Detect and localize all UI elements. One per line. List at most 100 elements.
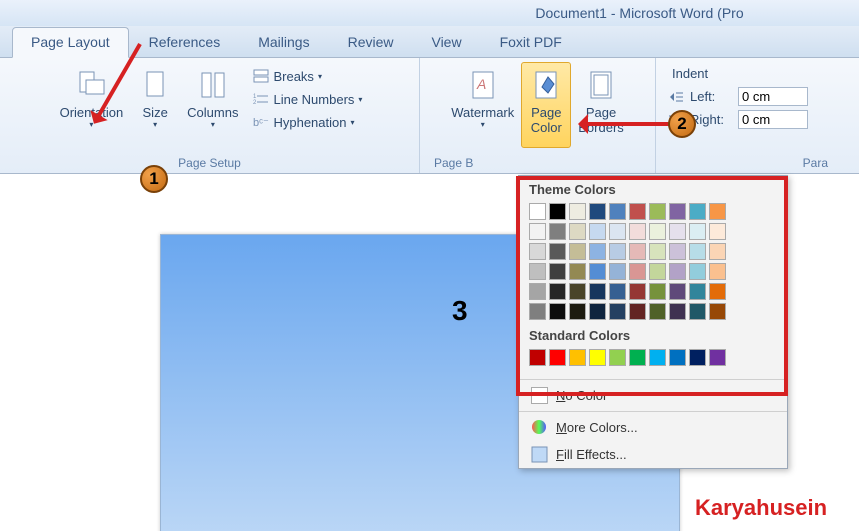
color-swatch[interactable] — [569, 223, 586, 240]
color-swatch[interactable] — [609, 303, 626, 320]
color-swatch[interactable] — [689, 283, 706, 300]
color-swatch[interactable] — [629, 303, 646, 320]
color-swatch[interactable] — [689, 263, 706, 280]
color-swatch[interactable] — [589, 283, 606, 300]
window-title-bar: Document1 - Microsoft Word (Pro — [0, 0, 859, 26]
color-swatch[interactable] — [689, 203, 706, 220]
color-swatch[interactable] — [549, 243, 566, 260]
color-swatch[interactable] — [709, 263, 726, 280]
color-swatch[interactable] — [629, 283, 646, 300]
page-color-button[interactable]: Page Color — [521, 62, 571, 148]
color-swatch[interactable] — [709, 283, 726, 300]
orientation-button[interactable]: Orientation ▾ — [53, 62, 131, 148]
hyphenation-button[interactable]: bᶜ⁻ Hyphenation ▾ — [249, 112, 366, 132]
page-borders-button[interactable]: Page Borders — [571, 62, 631, 148]
color-swatch[interactable] — [549, 349, 566, 366]
color-swatch[interactable] — [669, 243, 686, 260]
color-swatch[interactable] — [549, 263, 566, 280]
color-swatch[interactable] — [589, 303, 606, 320]
color-swatch[interactable] — [609, 283, 626, 300]
color-swatch[interactable] — [529, 303, 546, 320]
color-swatch[interactable] — [629, 263, 646, 280]
watermark-button[interactable]: A Watermark ▾ — [444, 62, 521, 148]
color-swatch[interactable] — [569, 303, 586, 320]
color-swatch[interactable] — [649, 263, 666, 280]
color-swatch[interactable] — [629, 243, 646, 260]
color-swatch[interactable] — [609, 349, 626, 366]
color-swatch[interactable] — [529, 203, 546, 220]
page-borders-label: Page Borders — [578, 105, 624, 135]
watermark-icon: A — [467, 69, 499, 101]
size-label: Size — [143, 105, 168, 120]
color-swatch[interactable] — [569, 349, 586, 366]
color-swatch[interactable] — [529, 263, 546, 280]
color-swatch[interactable] — [589, 243, 606, 260]
line-numbers-button[interactable]: 12 Line Numbers ▾ — [249, 89, 366, 109]
color-swatch[interactable] — [569, 243, 586, 260]
color-swatch[interactable] — [529, 243, 546, 260]
no-color-item[interactable]: No Color — [519, 382, 787, 409]
color-swatch[interactable] — [689, 243, 706, 260]
size-button[interactable]: Size ▾ — [130, 62, 180, 148]
indent-left-input[interactable] — [738, 87, 808, 106]
color-swatch[interactable] — [689, 303, 706, 320]
color-swatch[interactable] — [689, 349, 706, 366]
color-swatch[interactable] — [709, 203, 726, 220]
color-swatch[interactable] — [649, 283, 666, 300]
columns-label: Columns — [187, 105, 238, 120]
color-swatch[interactable] — [669, 263, 686, 280]
color-swatch[interactable] — [609, 243, 626, 260]
color-swatch[interactable] — [669, 349, 686, 366]
tab-review[interactable]: Review — [330, 28, 412, 57]
color-swatch[interactable] — [629, 349, 646, 366]
color-swatch[interactable] — [709, 223, 726, 240]
color-swatch[interactable] — [689, 223, 706, 240]
color-swatch[interactable] — [529, 283, 546, 300]
color-swatch[interactable] — [609, 223, 626, 240]
color-swatch[interactable] — [649, 349, 666, 366]
color-swatch[interactable] — [669, 283, 686, 300]
color-swatch[interactable] — [709, 303, 726, 320]
color-swatch[interactable] — [669, 223, 686, 240]
color-swatch[interactable] — [649, 203, 666, 220]
color-swatch[interactable] — [709, 243, 726, 260]
columns-button[interactable]: Columns ▾ — [180, 62, 245, 148]
color-swatch[interactable] — [569, 263, 586, 280]
color-swatch[interactable] — [589, 203, 606, 220]
color-swatch[interactable] — [589, 223, 606, 240]
color-swatch[interactable] — [649, 303, 666, 320]
theme-shades-row — [529, 303, 779, 320]
fill-effects-item[interactable]: Fill Effects... — [519, 441, 787, 468]
group-page-setup: Orientation ▾ Size ▾ Columns ▾ Breaks ▾ — [0, 58, 420, 173]
more-colors-item[interactable]: More Colors... — [519, 414, 787, 441]
breaks-button[interactable]: Breaks ▾ — [249, 66, 366, 86]
color-swatch[interactable] — [669, 303, 686, 320]
tab-view[interactable]: View — [413, 28, 479, 57]
color-swatch[interactable] — [549, 203, 566, 220]
color-swatch[interactable] — [549, 223, 566, 240]
indent-right-label: Right: — [690, 112, 732, 127]
color-swatch[interactable] — [589, 349, 606, 366]
tab-foxit-pdf[interactable]: Foxit PDF — [482, 28, 580, 57]
indent-right-input[interactable] — [738, 110, 808, 129]
theme-shades-row — [529, 283, 779, 300]
color-swatch[interactable] — [549, 283, 566, 300]
color-swatch[interactable] — [589, 263, 606, 280]
color-swatch[interactable] — [629, 203, 646, 220]
color-swatch[interactable] — [609, 203, 626, 220]
color-swatch[interactable] — [529, 349, 546, 366]
color-swatch[interactable] — [669, 203, 686, 220]
color-swatch[interactable] — [709, 349, 726, 366]
color-swatch[interactable] — [569, 203, 586, 220]
tab-references[interactable]: References — [131, 28, 239, 57]
color-swatch[interactable] — [649, 243, 666, 260]
color-swatch[interactable] — [609, 263, 626, 280]
color-swatch[interactable] — [569, 283, 586, 300]
annotation-label-3: 3 — [452, 295, 468, 327]
tab-mailings[interactable]: Mailings — [240, 28, 327, 57]
color-swatch[interactable] — [629, 223, 646, 240]
tab-page-layout[interactable]: Page Layout — [12, 27, 129, 58]
color-swatch[interactable] — [529, 223, 546, 240]
color-swatch[interactable] — [549, 303, 566, 320]
color-swatch[interactable] — [649, 223, 666, 240]
